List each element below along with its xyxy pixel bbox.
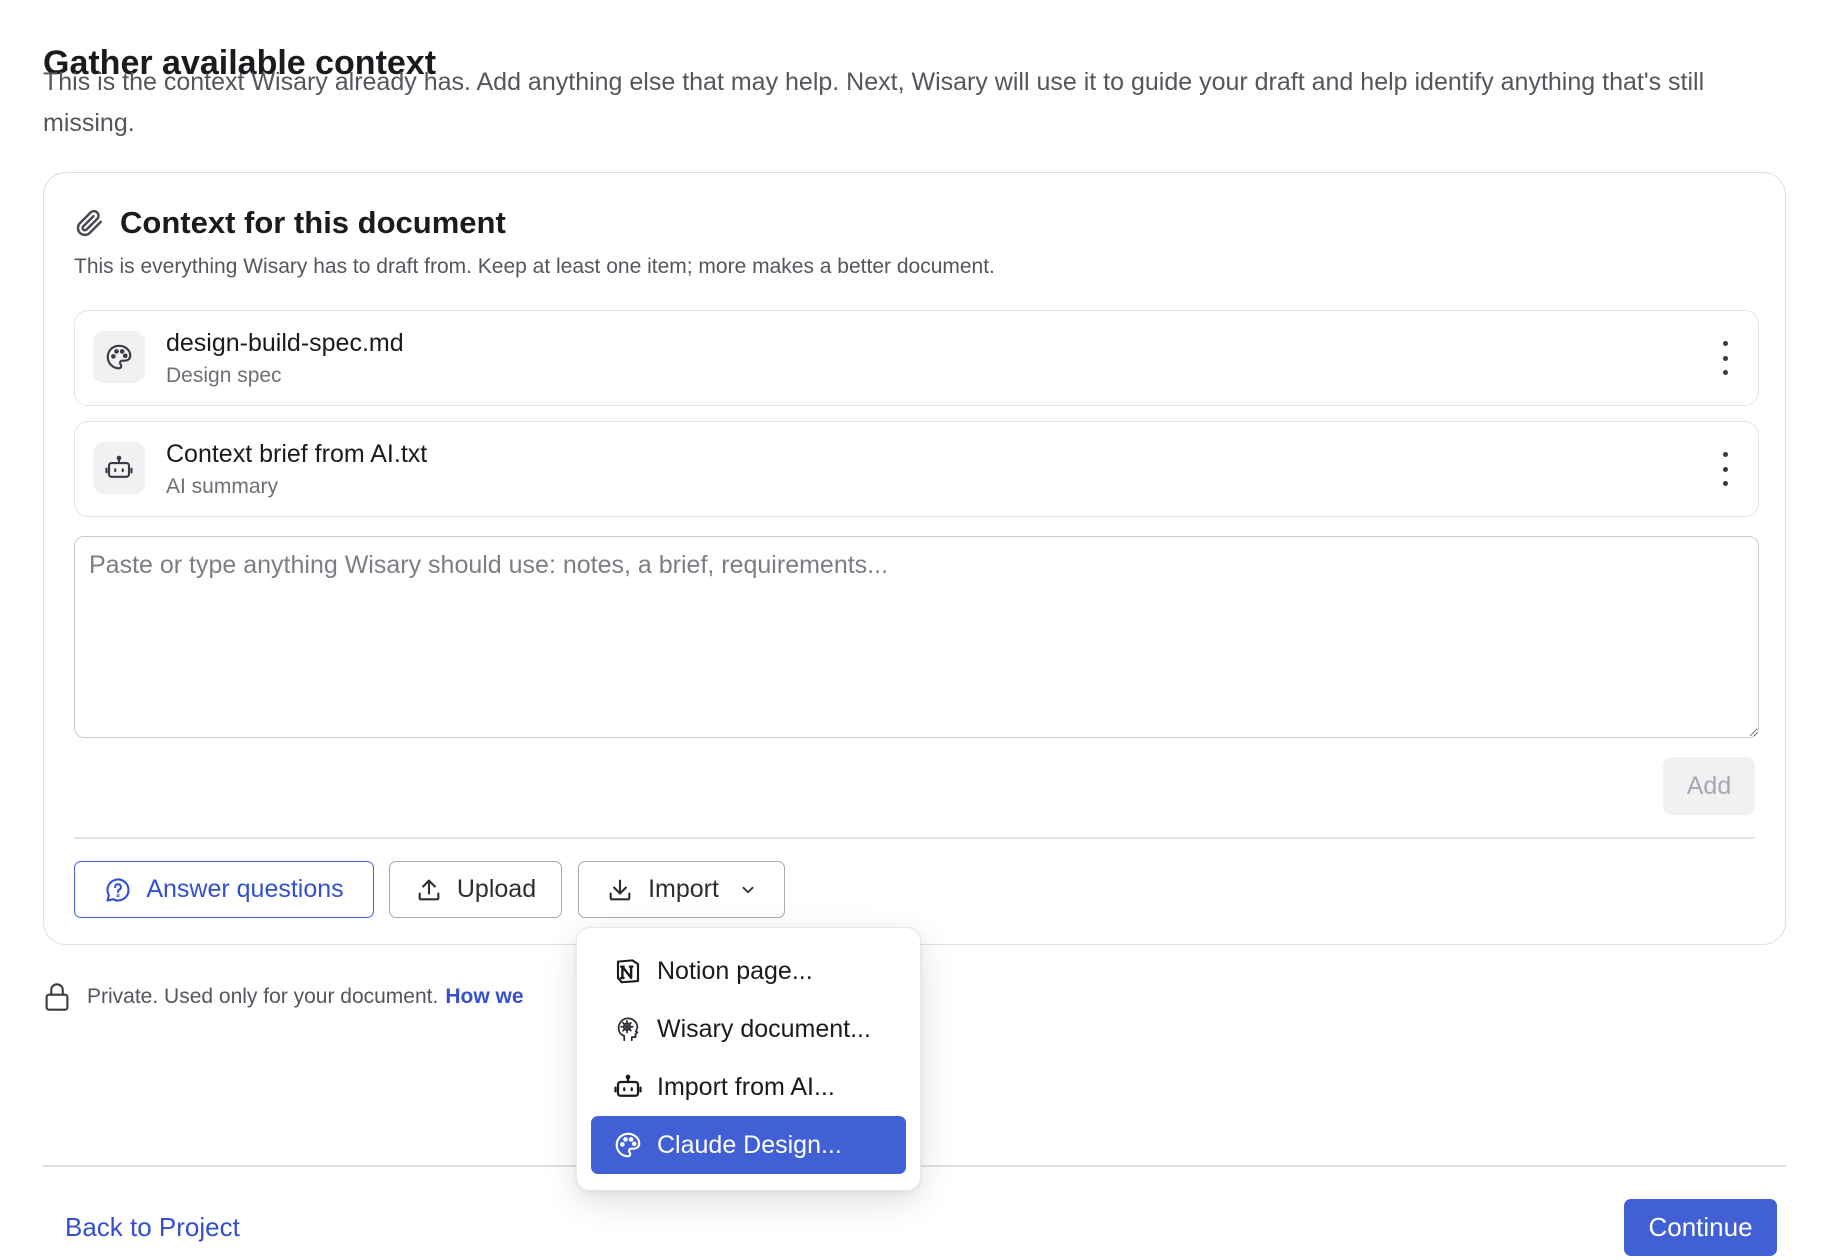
- answer-questions-button[interactable]: Answer questions: [74, 861, 374, 918]
- card-title: Context for this document: [120, 205, 506, 240]
- menu-item-label: Claude Design...: [657, 1130, 842, 1159]
- answer-questions-label: Answer questions: [146, 875, 344, 903]
- robot-icon: [614, 1074, 642, 1097]
- menu-item-claude-design[interactable]: Claude Design...: [591, 1116, 906, 1174]
- palette-icon: [615, 1132, 641, 1158]
- chevron-down-icon: [742, 886, 754, 893]
- context-input[interactable]: [74, 536, 1759, 738]
- page-subtitle: This is the context Wisary already has. …: [43, 68, 1705, 137]
- more-options-icon[interactable]: [1716, 341, 1734, 375]
- card-description: This is everything Wisary has to draft f…: [74, 255, 995, 278]
- item-type: Design spec: [166, 364, 282, 387]
- menu-item-import-from-ai[interactable]: Import from AI...: [591, 1058, 906, 1116]
- upload-label: Upload: [456, 875, 537, 903]
- item-type: AI summary: [166, 475, 279, 498]
- item-name: Context brief from AI.txt: [166, 440, 428, 468]
- wisary-logo-icon: [617, 1017, 639, 1042]
- context-item[interactable]: Context brief from AI.txt AI summary: [74, 421, 1759, 517]
- card-header: Context for this document: [74, 203, 506, 243]
- upload-icon: [418, 879, 440, 900]
- download-icon: [609, 879, 631, 900]
- menu-item-label: Wisary document...: [657, 1014, 871, 1043]
- menu-item-label: Notion page...: [657, 956, 813, 985]
- palette-icon: [93, 331, 145, 383]
- import-button[interactable]: Import: [578, 861, 785, 918]
- paperclip-icon: [76, 209, 102, 237]
- privacy-note: Private. Used only for your document. Ho…: [43, 980, 524, 1014]
- back-to-project-link[interactable]: Back to Project: [65, 1212, 240, 1243]
- privacy-text: Private. Used only for your document.: [87, 985, 439, 1008]
- context-item[interactable]: design-build-spec.md Design spec: [74, 310, 1759, 406]
- question-bubble-icon: [106, 878, 130, 902]
- menu-item-wisary-document[interactable]: Wisary document...: [591, 1000, 906, 1058]
- context-card: Context for this document This is everyt…: [43, 172, 1786, 945]
- menu-item-label: Import from AI...: [657, 1072, 835, 1101]
- divider: [74, 837, 1755, 839]
- more-options-icon[interactable]: [1716, 452, 1734, 486]
- continue-button[interactable]: Continue: [1624, 1199, 1777, 1256]
- notion-icon: [616, 959, 640, 984]
- upload-button[interactable]: Upload: [389, 861, 562, 918]
- privacy-link[interactable]: How we: [445, 985, 523, 1009]
- lock-icon: [45, 983, 69, 1011]
- menu-item-notion[interactable]: Notion page...: [591, 942, 906, 1000]
- import-label: Import: [648, 875, 719, 903]
- add-button[interactable]: Add: [1663, 757, 1755, 815]
- robot-icon: [93, 442, 145, 494]
- item-name: design-build-spec.md: [166, 329, 404, 357]
- import-dropdown-menu: Notion page... Wisary document... Import…: [576, 927, 921, 1191]
